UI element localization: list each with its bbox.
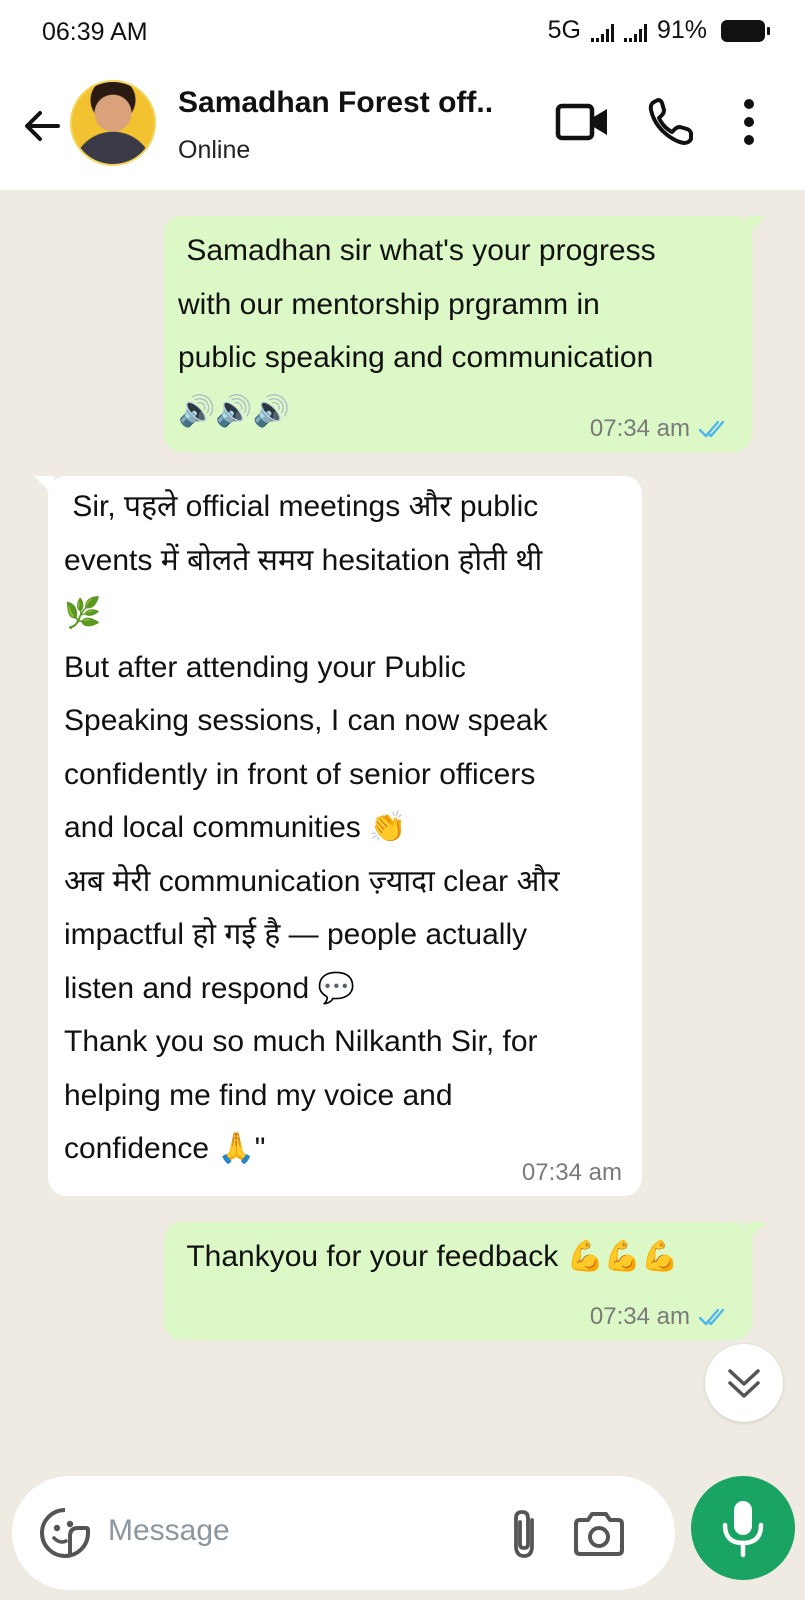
message-time: 07:34 am bbox=[521, 1159, 622, 1186]
message-bubble-outgoing[interactable]: Thankyou for your feedback 💪💪💪 07:34 am bbox=[164, 1222, 766, 1340]
message-text: Samadhan sir what's your progress with o… bbox=[178, 234, 656, 428]
read-ticks-icon bbox=[698, 420, 725, 438]
signal-icon-2 bbox=[623, 20, 647, 42]
status-indicators: 5G 91% bbox=[547, 16, 770, 45]
chat-header: Samadhan Forest off.. Online bbox=[0, 64, 805, 190]
avatar[interactable] bbox=[70, 80, 156, 166]
status-time: 06:39 AM bbox=[42, 18, 148, 46]
more-options-icon[interactable] bbox=[734, 94, 764, 155]
contact-status: Online bbox=[178, 136, 251, 164]
message-input[interactable]: Message bbox=[108, 1514, 230, 1548]
message-time: 07:34 am bbox=[589, 415, 690, 442]
back-arrow-icon[interactable] bbox=[18, 102, 66, 150]
message-meta: 07:34 am bbox=[590, 1302, 732, 1332]
scroll-to-bottom-button[interactable] bbox=[705, 1344, 783, 1422]
mic-button[interactable] bbox=[691, 1476, 795, 1580]
message-meta: 07:34 am bbox=[522, 1158, 622, 1188]
message-time: 07:34 am bbox=[589, 1303, 690, 1330]
battery-icon bbox=[721, 19, 770, 42]
message-composer[interactable]: Message bbox=[12, 1476, 675, 1590]
voice-call-icon[interactable] bbox=[644, 94, 696, 155]
message-text: Sir, पहले official meetings और public ev… bbox=[64, 490, 560, 1165]
double-chevron-down-icon bbox=[728, 1369, 760, 1398]
message-text: Thankyou for your feedback 💪💪💪 bbox=[178, 1240, 679, 1273]
contact-name[interactable]: Samadhan Forest off.. bbox=[178, 86, 493, 120]
sticker-icon[interactable] bbox=[38, 1506, 92, 1565]
mic-icon bbox=[722, 1501, 764, 1558]
camera-icon[interactable] bbox=[570, 1506, 628, 1567]
attach-icon[interactable] bbox=[504, 1506, 544, 1567]
message-meta: 07:34 am bbox=[590, 414, 732, 444]
video-call-icon[interactable] bbox=[554, 94, 612, 155]
status-bar: 06:39 AM 5G 91% bbox=[0, 0, 805, 64]
battery-percent: 91% bbox=[656, 16, 707, 44]
read-ticks-icon bbox=[698, 1308, 725, 1326]
network-type: 5G bbox=[547, 16, 581, 44]
message-bubble-outgoing[interactable]: Samadhan sir what's your progress with o… bbox=[164, 216, 766, 452]
signal-icon bbox=[590, 20, 614, 42]
message-bubble-incoming[interactable]: Sir, पहले official meetings और public ev… bbox=[34, 476, 642, 1196]
